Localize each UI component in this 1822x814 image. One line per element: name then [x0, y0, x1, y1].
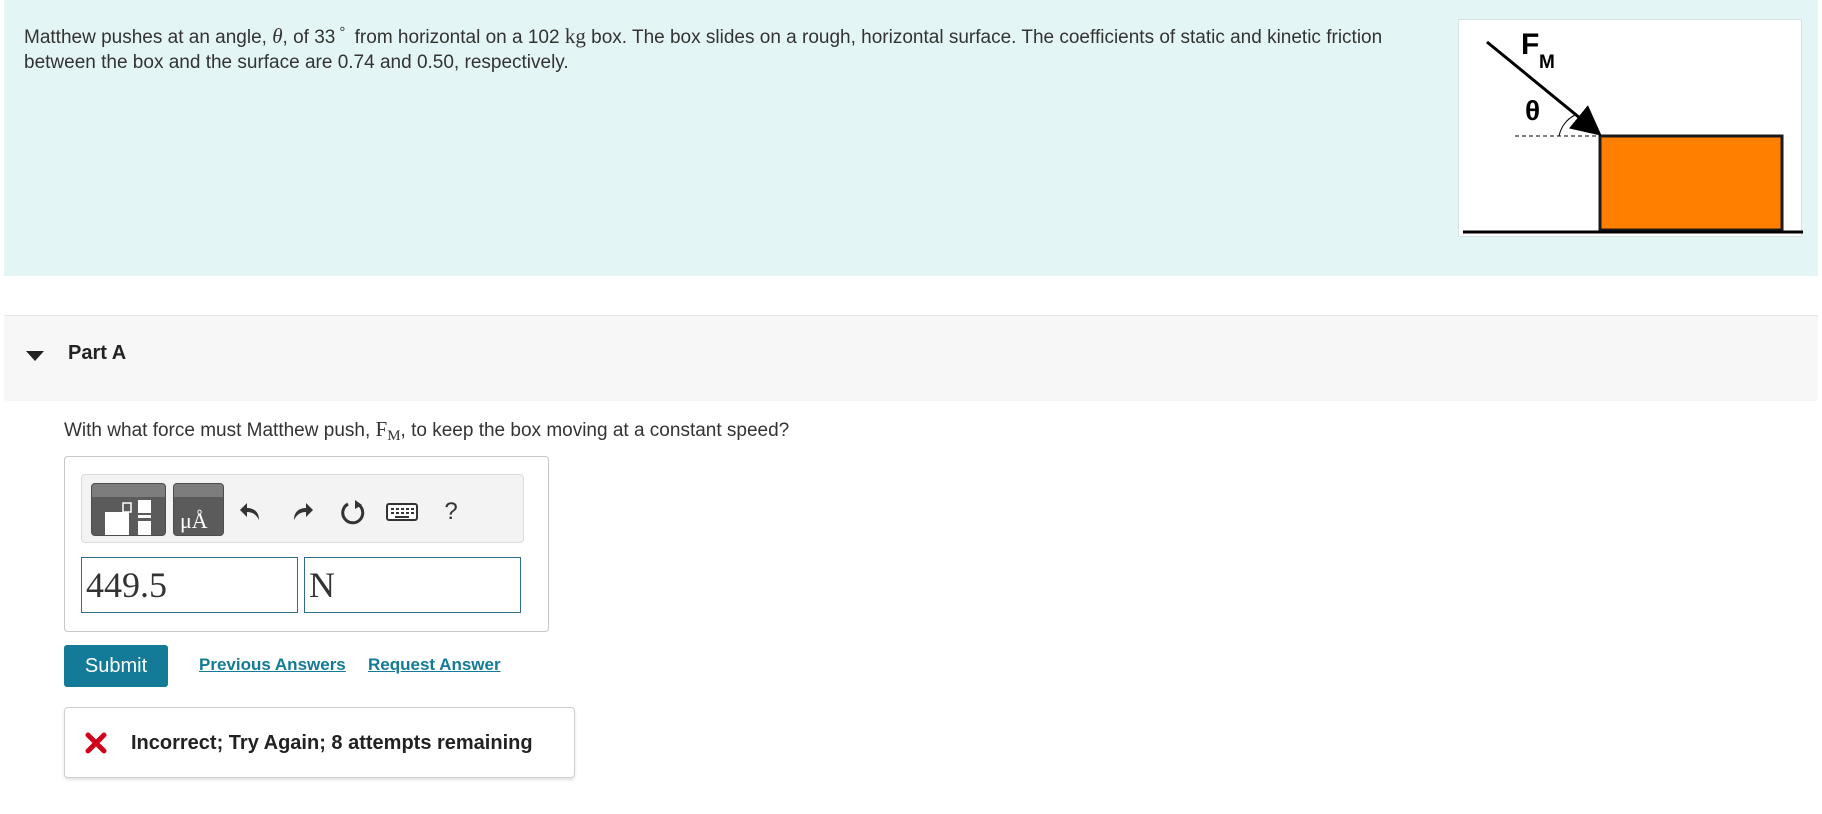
previous-answers-link[interactable]: Previous Answers — [199, 655, 346, 675]
collapse-caret-icon[interactable] — [26, 351, 44, 361]
force-subscript: M — [1539, 52, 1555, 73]
answer-value-input[interactable]: 449.5 — [81, 557, 298, 613]
keyboard-icon — [386, 503, 418, 521]
problem-text: Matthew pushes at an angle, θ, of 33 ° fr… — [24, 20, 1444, 75]
feedback-box: Incorrect; Try Again; 8 attempts remaini… — [64, 707, 575, 778]
feedback-message: Incorrect; Try Again; 8 attempts remaini… — [131, 732, 533, 754]
force-subscript: M — [387, 428, 401, 444]
keyboard-button[interactable] — [385, 497, 419, 527]
x-mark-icon — [85, 732, 107, 754]
problem-figure: F M θ — [1458, 19, 1803, 237]
problem-statement: Matthew pushes at an angle, θ, of 33 ° fr… — [4, 0, 1818, 276]
request-answer-link[interactable]: Request Answer — [368, 655, 501, 675]
angle-arc — [1558, 114, 1576, 137]
unit-kg: kg — [564, 24, 586, 48]
math-toolbar: μÅ ? — [81, 474, 524, 543]
help-button[interactable]: ? — [436, 497, 466, 527]
box-shape — [1598, 134, 1784, 232]
units-icon: μÅ — [180, 508, 208, 533]
problem-text-part: , of 33 — [282, 27, 336, 48]
force-symbol: F — [375, 417, 388, 441]
templates-icon — [105, 500, 151, 535]
answer-box: μÅ ? 449.5 N — [64, 456, 549, 632]
box-force-diagram: F M θ — [1463, 28, 1803, 234]
submit-button[interactable]: Submit — [64, 645, 168, 687]
reset-button[interactable] — [338, 497, 368, 527]
undo-button[interactable] — [236, 497, 266, 527]
redo-button[interactable] — [287, 497, 317, 527]
theta-symbol: θ — [272, 24, 283, 48]
question-text-part: , to keep the box moving at a constant s… — [400, 420, 790, 441]
part-title: Part A — [68, 342, 127, 364]
question-text: With what force must Matthew push, FM, t… — [64, 417, 789, 445]
problem-text-part: Matthew pushes at an angle, — [24, 27, 273, 48]
redo-icon — [294, 503, 313, 520]
reset-icon — [341, 500, 365, 525]
force-label: F — [1521, 28, 1539, 61]
answer-unit-input[interactable]: N — [304, 557, 521, 613]
templates-button[interactable] — [91, 483, 166, 536]
angle-label: θ — [1525, 95, 1540, 126]
degree-symbol: ° — [339, 24, 346, 41]
part-a-header[interactable]: Part A — [4, 315, 1818, 401]
question-text-part: With what force must Matthew push, — [64, 420, 376, 441]
units-button[interactable]: μÅ — [173, 483, 224, 536]
problem-text-part: from horizontal on a 102 — [349, 27, 565, 48]
undo-icon — [240, 503, 259, 520]
